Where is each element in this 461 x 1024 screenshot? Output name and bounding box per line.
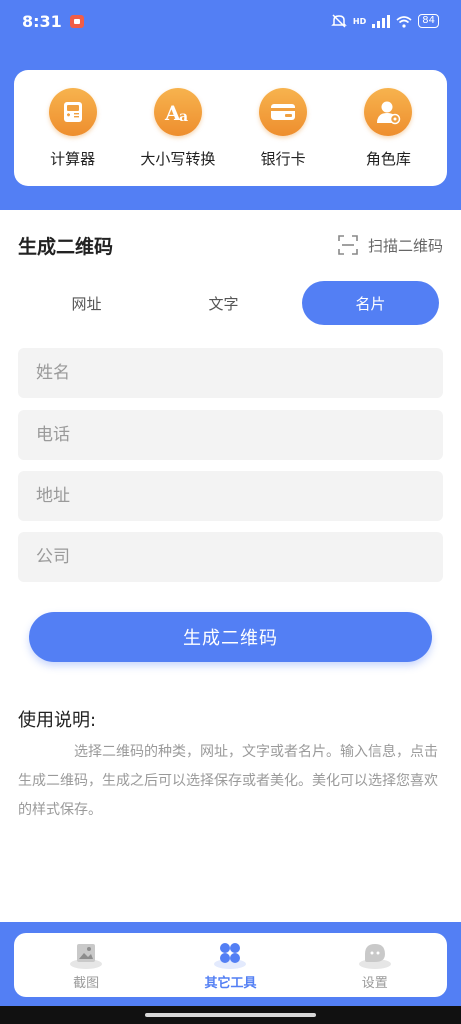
nav-label: 截图 xyxy=(73,975,100,991)
tab-business-card[interactable]: 名片 xyxy=(302,281,439,325)
tools-grid-icon xyxy=(213,940,247,970)
status-time: 8:31 xyxy=(22,11,62,31)
tool-bank-card[interactable]: 银行卡 xyxy=(233,87,333,169)
status-bar: 8:31 HD 84 xyxy=(0,0,461,42)
battery-indicator: 84 xyxy=(418,14,439,28)
calculator-icon xyxy=(48,87,97,136)
generate-qr-button[interactable]: 生成二维码 xyxy=(29,612,432,662)
tab-text[interactable]: 文字 xyxy=(155,281,292,325)
svg-text:a: a xyxy=(179,109,188,124)
qr-type-tabs: 网址 文字 名片 xyxy=(18,281,443,325)
tool-role-library[interactable]: 角色库 xyxy=(338,87,438,169)
nav-item-other-tools[interactable]: 其它工具 xyxy=(175,940,285,991)
tool-calculator[interactable]: 计算器 xyxy=(23,87,123,169)
tools-card: 计算器 Aa 大小写转换 银行卡 角色库 xyxy=(14,70,447,186)
name-input[interactable] xyxy=(18,348,443,398)
help-text: 选择二维码的种类，网址，文字或者名片。输入信息，点击生成二维码，生成之后可以选择… xyxy=(18,744,438,818)
signal-icon xyxy=(372,14,391,28)
tab-url[interactable]: 网址 xyxy=(18,281,155,325)
scan-icon xyxy=(338,235,358,255)
scan-qr-label: 扫描二维码 xyxy=(367,236,443,255)
mute-icon xyxy=(331,14,347,28)
wifi-icon xyxy=(396,15,412,28)
company-input[interactable] xyxy=(18,532,443,582)
network-type-label: HD xyxy=(352,16,367,26)
nav-item-settings[interactable]: 设置 xyxy=(320,940,430,991)
help-title: 使用说明: xyxy=(18,710,97,731)
case-convert-icon: Aa xyxy=(153,87,202,136)
phone-input[interactable] xyxy=(18,410,443,460)
home-indicator[interactable] xyxy=(145,1013,316,1017)
bottom-nav: 截图 其它工具 设置 xyxy=(14,933,447,997)
nav-item-screenshot[interactable]: 截图 xyxy=(31,940,141,991)
tool-label: 角色库 xyxy=(365,149,411,168)
screenshot-icon xyxy=(69,940,103,970)
role-library-icon xyxy=(364,87,413,136)
page-title: 生成二维码 xyxy=(18,235,114,258)
scan-qr-button[interactable]: 扫描二维码 xyxy=(338,235,443,256)
tool-label: 大小写转换 xyxy=(140,149,216,168)
bank-card-icon xyxy=(259,87,308,136)
tool-label: 银行卡 xyxy=(260,149,306,168)
tool-case-convert[interactable]: Aa 大小写转换 xyxy=(128,87,228,169)
screen-record-icon xyxy=(69,14,84,28)
tool-label: 计算器 xyxy=(50,149,96,168)
nav-label: 其它工具 xyxy=(204,975,257,991)
settings-icon xyxy=(358,940,392,970)
qr-section-header: 生成二维码 扫描二维码 xyxy=(18,230,443,260)
nav-label: 设置 xyxy=(361,975,388,991)
address-input[interactable] xyxy=(18,471,443,521)
